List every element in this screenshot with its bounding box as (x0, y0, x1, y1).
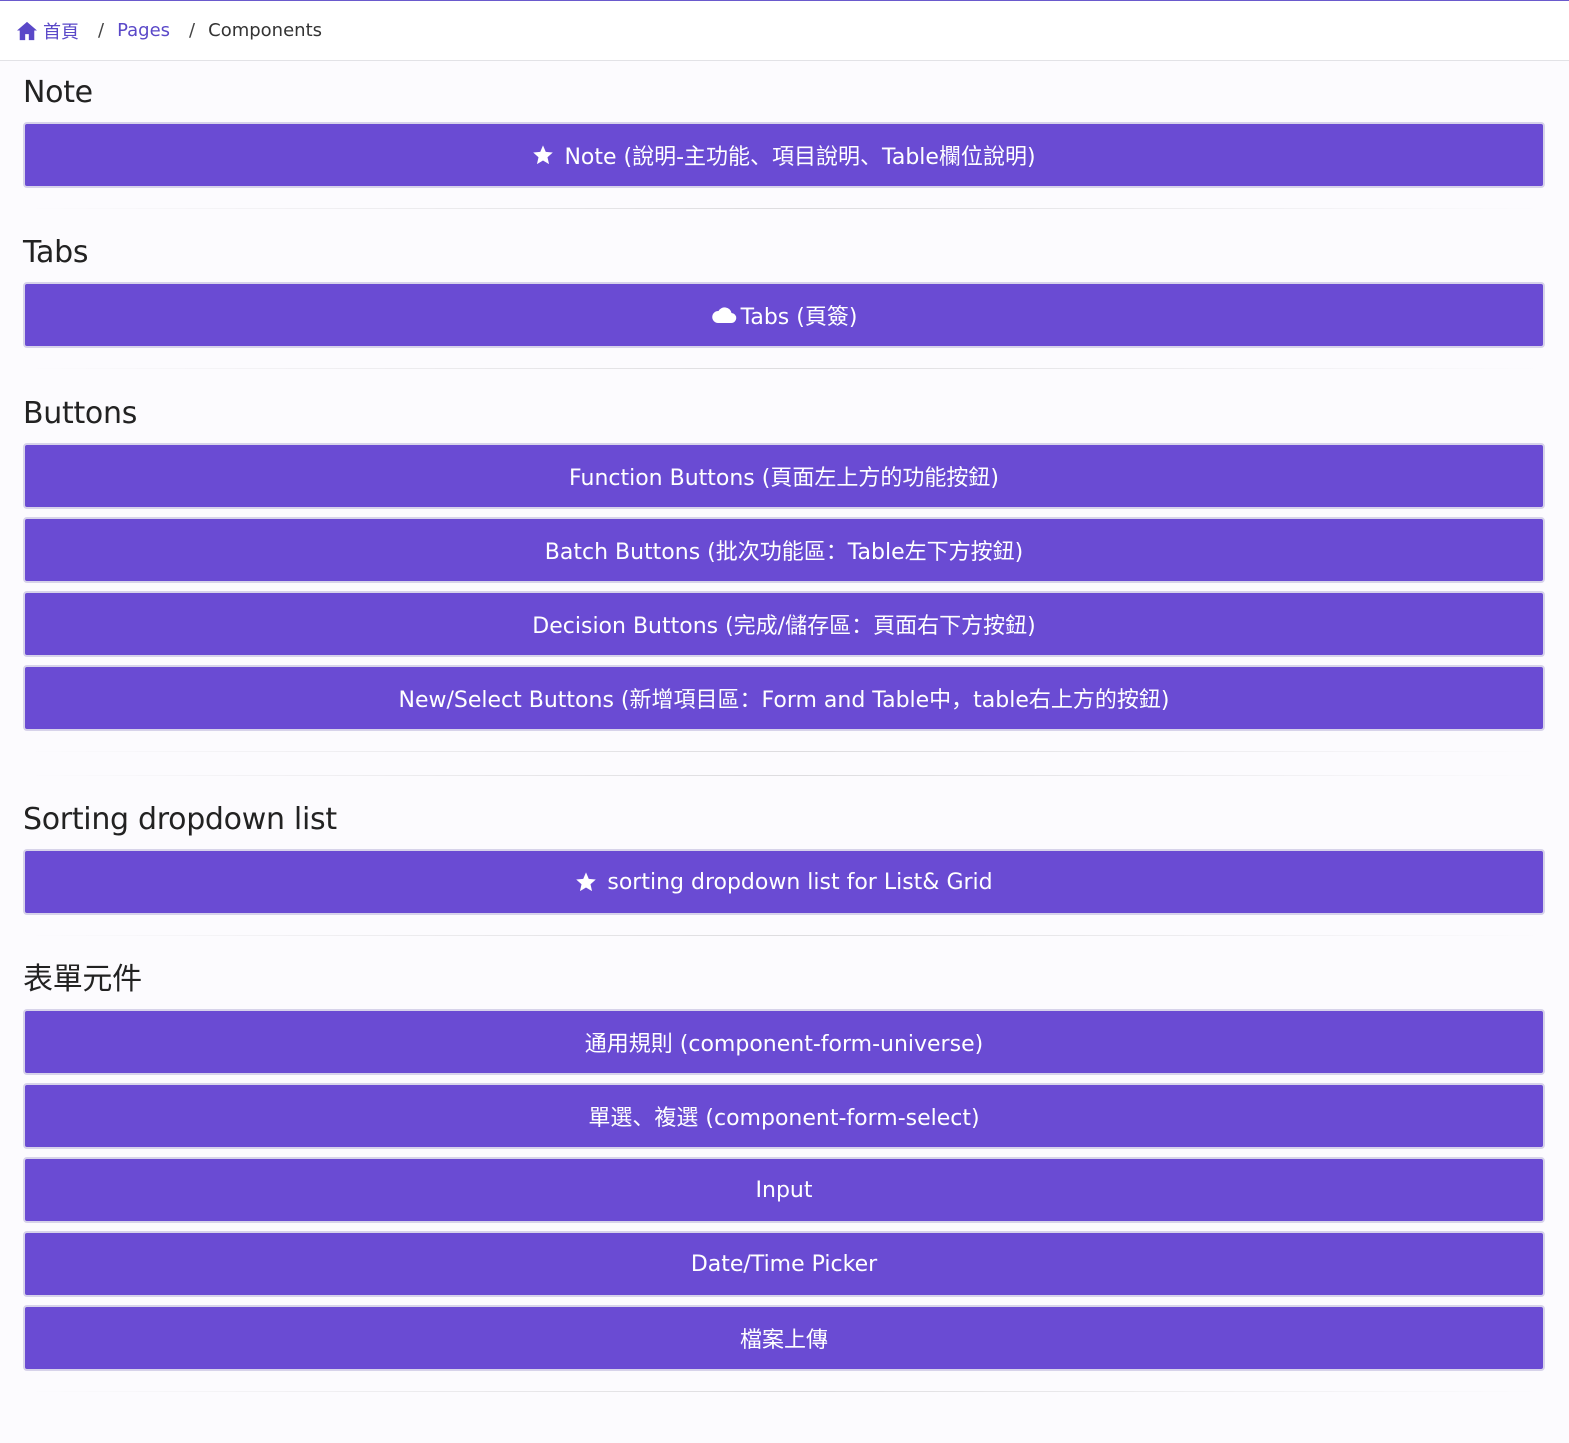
section-title-form: 表單元件 (23, 962, 142, 997)
form-universe-label: 通用規則 (component-form-universe) (584, 1032, 984, 1057)
tabs-button[interactable]: Tabs (頁簽) (23, 282, 1545, 348)
batch-buttons-label: Batch Buttons (批次功能區：Table左下方按鈕) (544, 540, 1024, 565)
breadcrumb-current: Components (208, 20, 323, 41)
form-input-button[interactable]: Input (23, 1157, 1545, 1223)
new-select-buttons-button[interactable]: New/Select Buttons (新增項目區：Form and Table… (23, 665, 1545, 731)
new-select-buttons-label: New/Select Buttons (新增項目區：Form and Table… (398, 688, 1170, 713)
section-divider (23, 208, 1546, 209)
main-content: Buttons Function Buttons (頁面左上方的功能按鈕) Ba… (0, 394, 1569, 731)
main-content: Note Note (說明-主功能、項目說明、Table欄位說明) (0, 73, 1569, 188)
section-divider (23, 775, 1546, 776)
sorting-dropdown-label: sorting dropdown list for List& Grid (607, 869, 993, 895)
section-title-buttons: Buttons (23, 396, 138, 431)
form-select-button[interactable]: 單選、複選 (component-form-select) (23, 1083, 1545, 1149)
breadcrumb: 首頁 / Pages / Components (0, 1, 1569, 61)
section-divider (23, 368, 1546, 369)
home-icon (17, 21, 37, 40)
breadcrumb-separator: / (98, 20, 105, 41)
main-content: Tabs Tabs (頁簽) (0, 233, 1569, 348)
form-select-label: 單選、複選 (component-form-select) (588, 1106, 980, 1131)
section-title-tabs: Tabs (23, 235, 89, 270)
breadcrumb-pages-link[interactable]: Pages (117, 20, 170, 41)
note-button-label: Note (說明-主功能、項目說明、Table欄位說明) (564, 145, 1036, 170)
sorting-dropdown-button[interactable]: sorting dropdown list for List& Grid (23, 849, 1545, 915)
section-divider (23, 935, 1546, 936)
breadcrumb-home-link[interactable]: 首頁 (16, 18, 79, 44)
form-datetime-picker-label: Date/Time Picker (690, 1251, 878, 1277)
tabs-button-label: Tabs (頁簽) (740, 305, 858, 330)
form-universe-button[interactable]: 通用規則 (component-form-universe) (23, 1009, 1545, 1075)
form-file-upload-label: 檔案上傳 (739, 1328, 828, 1353)
star-icon (533, 145, 554, 165)
note-button[interactable]: Note (說明-主功能、項目說明、Table欄位說明) (23, 122, 1545, 188)
section-title-note: Note (23, 75, 93, 110)
section-divider (23, 751, 1546, 752)
section-title-sorting: Sorting dropdown list (23, 802, 337, 837)
breadcrumb-separator: / (189, 20, 196, 41)
breadcrumb-home-label: 首頁 (43, 21, 79, 43)
function-buttons-button[interactable]: Function Buttons (頁面左上方的功能按鈕) (23, 443, 1545, 509)
cloud-icon (711, 307, 736, 324)
batch-buttons-button[interactable]: Batch Buttons (批次功能區：Table左下方按鈕) (23, 517, 1545, 583)
star-icon (576, 872, 597, 892)
form-file-upload-button[interactable]: 檔案上傳 (23, 1305, 1545, 1371)
section-divider (23, 1391, 1546, 1392)
decision-buttons-button[interactable]: Decision Buttons (完成/儲存區：頁面右下方按鈕) (23, 591, 1545, 657)
main-content: 表單元件 通用規則 (component-form-universe) 單選、複… (0, 960, 1569, 1371)
form-datetime-picker-button[interactable]: Date/Time Picker (23, 1231, 1545, 1297)
decision-buttons-label: Decision Buttons (完成/儲存區：頁面右下方按鈕) (532, 614, 1036, 639)
main-content: Sorting dropdown list sorting dropdown l… (0, 800, 1569, 915)
form-input-label: Input (755, 1177, 813, 1203)
function-buttons-label: Function Buttons (頁面左上方的功能按鈕) (569, 466, 999, 491)
